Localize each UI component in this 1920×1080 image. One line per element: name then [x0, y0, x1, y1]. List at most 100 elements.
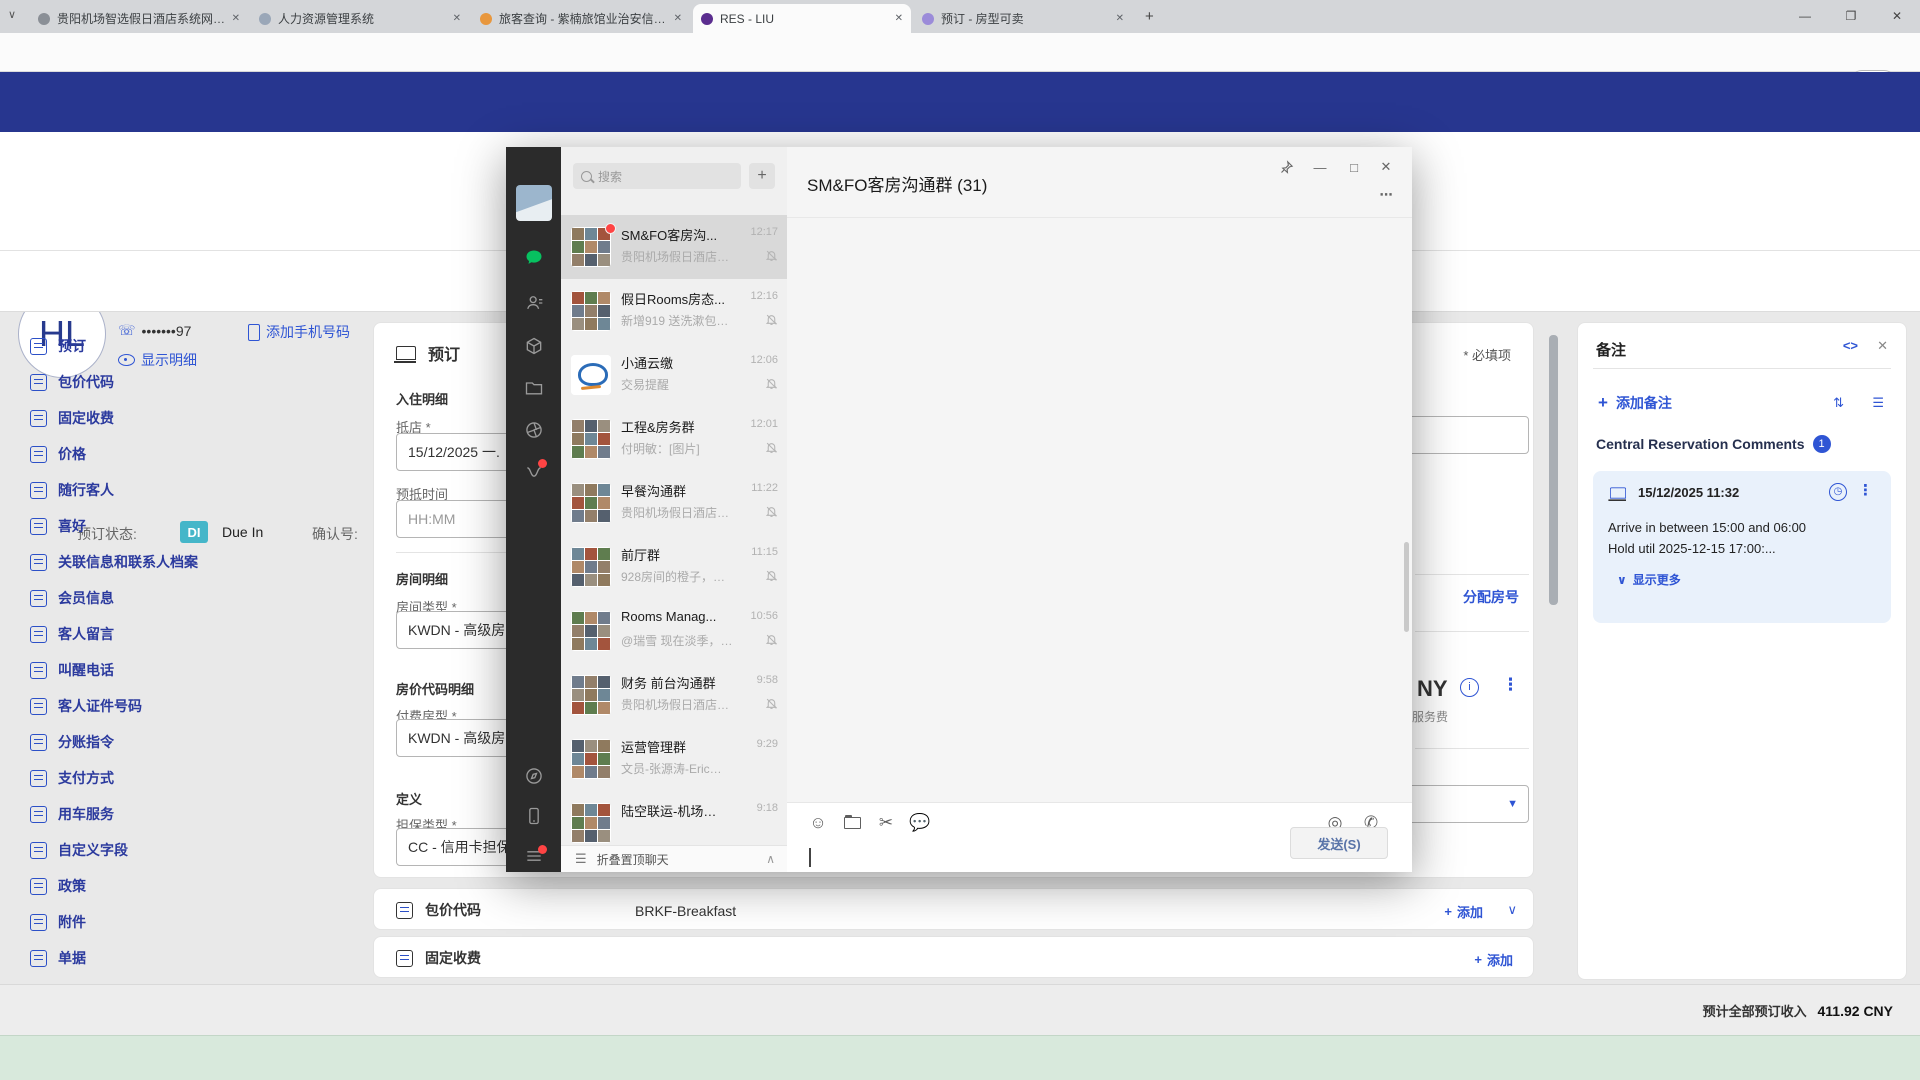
sort-icon[interactable]: ⇅	[1833, 395, 1844, 411]
add-fixed-charge-button[interactable]: +添加	[1474, 950, 1513, 969]
chat-maximize-icon[interactable]: □	[1342, 157, 1366, 177]
message-scrollbar[interactable]	[1404, 542, 1409, 632]
chat-list-item[interactable]: SM&FO客房沟...12:17贵阳机场假日酒店：...	[561, 215, 787, 279]
policy-icon	[30, 878, 47, 895]
group-mosaic-avatar	[571, 227, 611, 267]
window-minimize-icon[interactable]: —	[1782, 0, 1828, 32]
window-restore-icon[interactable]: ❐	[1828, 0, 1874, 32]
right-dropdown-fragment[interactable]: ▼	[1404, 785, 1529, 823]
browser-tab[interactable]: RES - LIU✕	[693, 4, 911, 33]
chat-list-item[interactable]: 小通云缴12:06交易提醒	[561, 343, 787, 407]
sidebar-item-package[interactable]: 包价代码	[30, 372, 114, 392]
wecom-user-avatar[interactable]	[516, 185, 552, 221]
sidebar-item-attachment[interactable]: 附件	[30, 912, 86, 932]
note-line-1: Arrive in between 15:00 and 06:00	[1608, 517, 1806, 538]
pin-icon[interactable]	[1274, 157, 1298, 177]
contacts-icon[interactable]	[523, 292, 545, 314]
conversation-more-icon[interactable]: ⋯	[1374, 185, 1398, 205]
note-card: 15/12/2025 11:32 ◷ ⋮ Arrive in between 1…	[1593, 471, 1891, 623]
browser-tab[interactable]: 旅客查询 - 紫楠旅馆业治安信息管✕	[472, 4, 690, 33]
chat-list-item[interactable]: 财务 前台沟通群9:58贵阳机场假日酒店值...	[561, 663, 787, 727]
add-note-button[interactable]: +添加备注	[1598, 393, 1672, 413]
chat-list-item[interactable]: 前厅群11:15928房间的橙子，放...	[561, 535, 787, 599]
page-scrollbar[interactable]	[1549, 335, 1558, 605]
send-file-folder-icon[interactable]	[841, 812, 863, 834]
tab-close-icon[interactable]: ✕	[674, 13, 682, 24]
sidebar-item-preferences[interactable]: 喜好	[30, 516, 86, 536]
chat-list-item[interactable]: 运营管理群9:29文员-张源涛-Eric：[图片]	[561, 727, 787, 791]
history-clock-icon[interactable]: ◷	[1829, 483, 1847, 501]
chat-list-item[interactable]: 早餐沟通群11:22贵阳机场假日酒店值...	[561, 471, 787, 535]
window-close-icon[interactable]: ✕	[1874, 0, 1920, 32]
chat-list-item[interactable]: 工程&房务群12:01付明敏：[图片]	[561, 407, 787, 471]
note-kebab-icon[interactable]: ⋮	[1858, 481, 1873, 499]
expand-chevron-icon[interactable]: ∨	[1507, 902, 1517, 918]
chat-close-icon[interactable]: ✕	[1374, 157, 1398, 177]
sidebar-item-policy[interactable]: 政策	[30, 876, 86, 896]
chat-search-input[interactable]: 搜索	[573, 163, 741, 189]
info-icon[interactable]: i	[1460, 678, 1479, 697]
show-more-link[interactable]: ∨显示更多	[1617, 571, 1681, 588]
chat-name: 前厅群	[621, 545, 725, 564]
sidebar-item-companions[interactable]: 随行客人	[30, 480, 114, 500]
browser-tab[interactable]: 预订 - 房型可卖✕	[914, 4, 1132, 33]
group-mosaic-avatar	[571, 803, 611, 843]
chats-tab-icon[interactable]	[523, 247, 545, 269]
show-details-label[interactable]: 显示明细	[141, 350, 197, 370]
send-button[interactable]: 发送(S)	[1290, 827, 1388, 859]
filter-icon[interactable]: ☰	[1872, 395, 1884, 411]
workspace-cube-icon[interactable]	[523, 335, 545, 357]
browser-tab[interactable]: 贵阳机场智选假日酒店系统网址导✕	[30, 4, 248, 33]
sidebar-item-document[interactable]: 单据	[30, 948, 86, 968]
close-notes-icon[interactable]: ✕	[1877, 338, 1888, 354]
collapse-pinned-bar[interactable]: ☰ 折叠置顶聊天 ∧	[561, 845, 787, 872]
sidebar-item-payment[interactable]: 支付方式	[30, 768, 114, 788]
sidebar-item-car-service[interactable]: 用车服务	[30, 804, 114, 824]
sidebar-item-label: 预订	[58, 336, 86, 356]
chat-preview: 928房间的橙子，放...	[621, 568, 733, 585]
sidebar-item-wake-up-call[interactable]: 叫醒电话	[30, 660, 114, 680]
tab-close-icon[interactable]: ✕	[895, 13, 903, 24]
chat-list-item[interactable]: Rooms Manag...10:56@瑞雪 现在淡季，可...	[561, 599, 787, 663]
emoji-icon[interactable]: ☺	[807, 812, 829, 834]
chat-list-item[interactable]: 假日Rooms房态...12:16新增919 送洗漱包和...	[561, 279, 787, 343]
sidebar-item-routing[interactable]: 分账指令	[30, 732, 114, 752]
chat-minimize-icon[interactable]: —	[1308, 157, 1332, 177]
tab-search-chevron-icon[interactable]: ∨	[8, 8, 16, 21]
message-area	[787, 217, 1412, 802]
sidebar-item-custom-field[interactable]: 自定义字段	[30, 840, 128, 860]
message-input[interactable]: 发送(S)	[787, 842, 1412, 872]
fixed-row-head: 固定收费	[396, 948, 481, 968]
sidebar-item-bed[interactable]: 预订	[30, 336, 86, 356]
video-channel-icon[interactable]	[523, 461, 545, 483]
total-revenue-amount: 411.92 CNY	[1818, 1003, 1894, 1019]
more-menu-icon[interactable]	[523, 845, 545, 867]
price-icon	[30, 446, 47, 463]
browser-tab[interactable]: 人力资源管理系统✕	[251, 4, 469, 33]
tab-close-icon[interactable]: ✕	[1116, 13, 1124, 24]
files-folder-icon[interactable]	[523, 377, 545, 399]
sidebar-item-id-card[interactable]: 客人证件号码	[30, 696, 142, 716]
sidebar-item-membership[interactable]: 会员信息	[30, 588, 114, 608]
chat-history-icon[interactable]: 💬	[909, 812, 931, 834]
show-details-link[interactable]: 显示明细	[118, 350, 197, 370]
add-package-button[interactable]: +添加	[1444, 902, 1483, 921]
mobile-phone-icon[interactable]	[523, 805, 545, 827]
tab-close-icon[interactable]: ✕	[453, 13, 461, 24]
divider	[1415, 748, 1529, 749]
sidebar-item-fixed-charge[interactable]: 固定收费	[30, 408, 114, 428]
code-view-icon[interactable]: <>	[1843, 338, 1858, 353]
assign-room-link[interactable]: 分配房号	[1463, 587, 1519, 607]
add-mobile-label[interactable]: 添加手机号码	[266, 322, 350, 342]
new-chat-button[interactable]: +	[749, 163, 775, 189]
new-tab-button[interactable]: +	[1145, 8, 1154, 25]
sidebar-item-guest-message[interactable]: 客人留言	[30, 624, 114, 644]
add-mobile-link[interactable]: 添加手机号码	[248, 322, 350, 342]
price-kebab-icon[interactable]: ⋮	[1502, 675, 1519, 695]
compass-icon[interactable]	[523, 765, 545, 787]
tab-close-icon[interactable]: ✕	[232, 13, 240, 24]
moments-aperture-icon[interactable]	[523, 419, 545, 441]
sidebar-item-linked-profiles[interactable]: 关联信息和联系人档案	[30, 552, 198, 572]
screenshot-scissors-icon[interactable]: ✂	[875, 812, 897, 834]
sidebar-item-price[interactable]: 价格	[30, 444, 86, 464]
